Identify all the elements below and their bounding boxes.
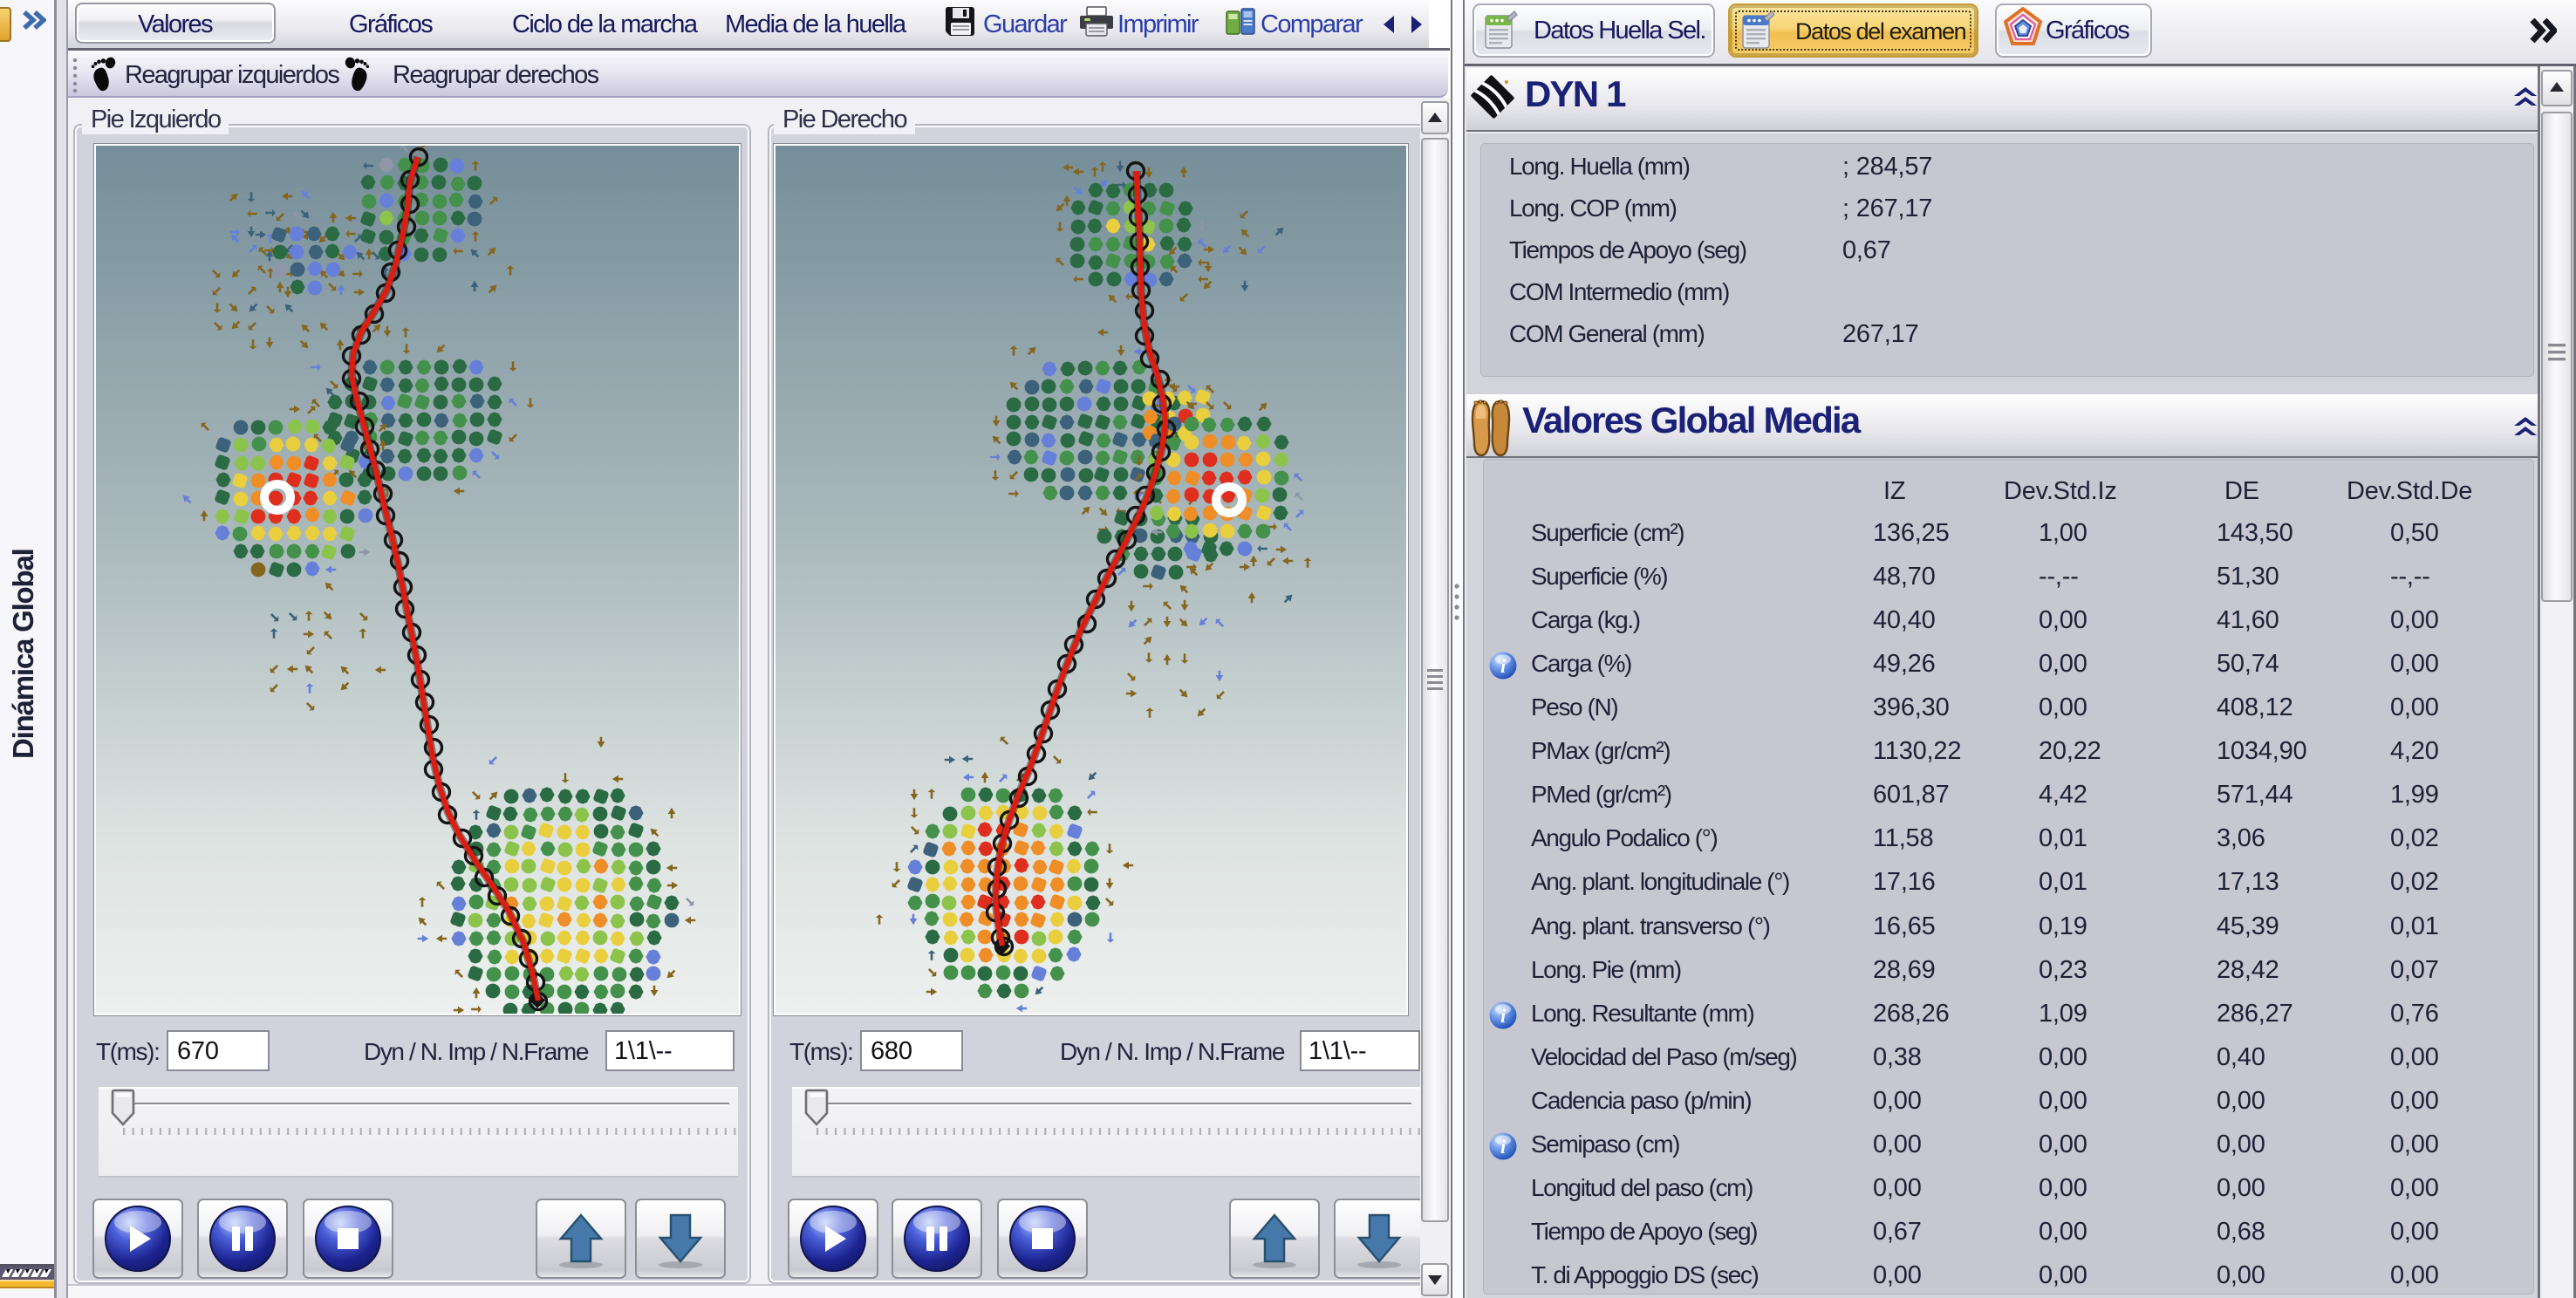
svg-text:i: i [1500,1136,1507,1158]
svg-text:i: i [1500,655,1507,677]
svg-text:i: i [1500,1005,1507,1027]
